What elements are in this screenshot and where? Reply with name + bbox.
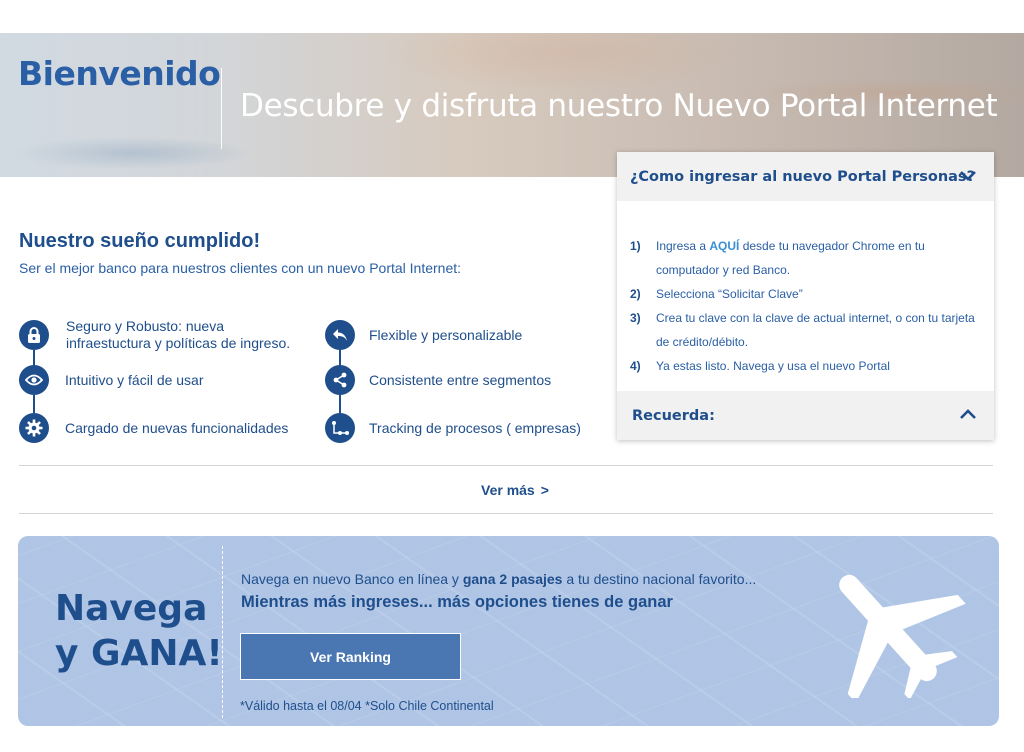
promo-divider (222, 546, 223, 718)
lock-icon (19, 320, 49, 350)
promo-footnote: *Válido hasta el 08/04 *Solo Chile Conti… (240, 699, 494, 713)
feature-label: Intuitivo y fácil de usar (65, 371, 204, 388)
feature-item: Flexible y personalizable (325, 320, 522, 350)
share-nodes-icon (325, 365, 355, 395)
recuerda-toggle[interactable]: Recuerda: (617, 391, 994, 440)
ver-mas-label: Ver más (481, 482, 535, 498)
promo-banner: Navega y GANA! Navega en nuevo Banco en … (18, 536, 999, 726)
promo-text-bold: gana 2 pasajes (462, 571, 563, 587)
promo-text-pre: Navega en nuevo Banco en línea y (241, 571, 463, 587)
eye-icon (19, 365, 49, 395)
feature-item: Tracking de procesos ( empresas) (325, 413, 581, 443)
chevron-right-icon: > (540, 482, 549, 498)
reply-arrow-icon (325, 320, 355, 350)
chevron-up-icon[interactable] (959, 407, 977, 425)
gear-icon (19, 413, 49, 443)
step-item: 4) Ya estas listo. Navega y usa el nuevo… (630, 354, 980, 378)
feature-item: Intuitivo y fácil de usar (19, 365, 204, 395)
feature-connector (33, 395, 35, 413)
login-instructions-panel: ¿Como ingresar al nuevo Portal Personas?… (617, 152, 994, 440)
feature-item: Consistente entre segmentos (325, 365, 551, 395)
step-item: 1) Ingresa a AQUÍ desde tu navegador Chr… (630, 234, 980, 282)
feature-label: Consistente entre segmentos (369, 371, 552, 388)
step-text: Crea tu clave con la clave de actual int… (656, 311, 975, 349)
promo-text: Navega en nuevo Banco en línea y gana 2 … (241, 571, 756, 587)
airplane-icon (808, 558, 968, 703)
promo-text-post: a tu destino nacional favorito... (562, 571, 757, 587)
promo-subtext: Mientras más ingreses... más opciones ti… (241, 593, 673, 611)
feature-item: Cargado de nuevas funcionalidades (19, 413, 288, 443)
divider (19, 465, 993, 466)
intro-subtitle: Ser el mejor banco para nuestros cliente… (19, 260, 462, 276)
step-text: Selecciona “Solicitar Clave” (656, 287, 803, 301)
step-text: Ya estas listo. Navega y usa el nuevo Po… (656, 359, 890, 373)
ver-ranking-button[interactable]: Ver Ranking (240, 633, 461, 680)
promo-title: Navega y GANA! (55, 586, 223, 676)
feature-connector (339, 395, 341, 413)
hero-title: Bienvenido (18, 54, 221, 93)
ver-mas-link[interactable]: Ver más > (481, 482, 549, 498)
step-number: 2) (630, 287, 641, 301)
recuerda-label: Recuerda: (632, 407, 715, 424)
panel-header-toggle[interactable]: ¿Como ingresar al nuevo Portal Personas? (617, 152, 994, 201)
promo-title-line1: Navega (55, 588, 208, 629)
feature-item: Seguro y Robusto: nueva infraestuctura y… (19, 318, 306, 352)
step-text: Ingresa a AQUÍ desde tu navegador Chrome… (656, 234, 980, 282)
aqui-link[interactable]: AQUÍ (709, 239, 739, 253)
intro-title: Nuestro sueño cumplido! (19, 230, 261, 252)
divider (19, 513, 993, 514)
feature-label: Flexible y personalizable (369, 326, 523, 343)
tracking-icon (325, 413, 355, 443)
steps-list: 1) Ingresa a AQUÍ desde tu navegador Chr… (630, 234, 980, 378)
step-item: 3) Crea tu clave con la clave de actual … (630, 306, 980, 354)
step-item: 2) Selecciona “Solicitar Clave” (630, 282, 980, 306)
hero-subtitle: Descubre y disfruta nuestro Nuevo Portal… (240, 88, 998, 124)
panel-header-label: ¿Como ingresar al nuevo Portal Personas? (630, 168, 975, 185)
step-text-pre: Ingresa a (656, 239, 710, 253)
chevron-down-icon[interactable] (959, 169, 977, 187)
step-number: 4) (630, 359, 641, 373)
step-number: 1) (630, 239, 641, 253)
promo-title-line2: y GANA! (55, 633, 223, 674)
feature-label: Seguro y Robusto: nueva infraestuctura y… (66, 318, 291, 351)
feature-label: Cargado de nuevas funcionalidades (65, 419, 289, 436)
feature-label: Tracking de procesos ( empresas) (369, 419, 581, 436)
hero-divider (221, 68, 222, 149)
step-number: 3) (630, 311, 641, 325)
